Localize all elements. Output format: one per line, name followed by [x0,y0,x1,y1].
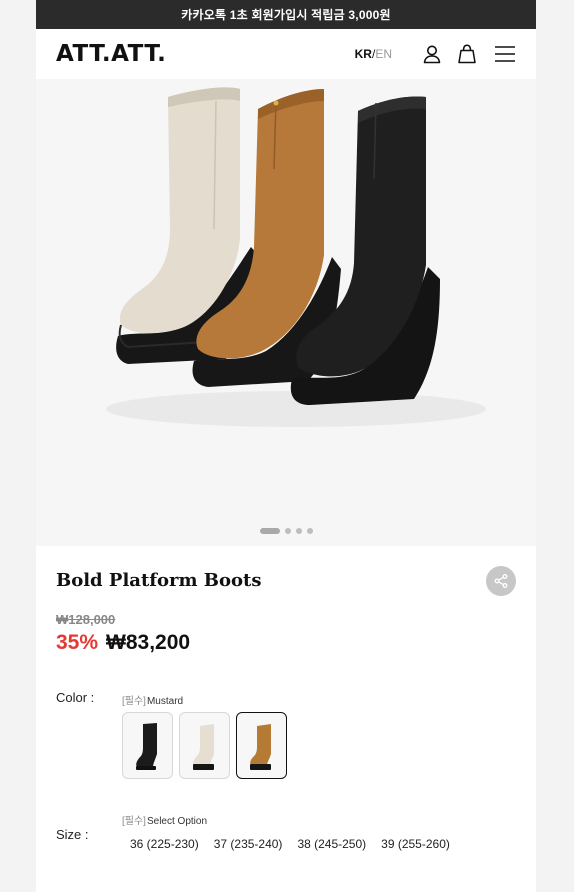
lang-kr-link[interactable]: KR [355,47,372,61]
share-button[interactable] [486,566,516,596]
header-actions: KR/EN [355,43,516,65]
promo-text: 카카오톡 1초 회원가입시 적립금 3,000원 [181,8,391,22]
size-select-header: [필수]Select Option [122,812,207,827]
size-option-37[interactable]: 37 (235-240) [214,837,283,851]
carousel-dot[interactable] [295,528,302,534]
price-row: 35% ₩83,200 [56,631,190,655]
share-icon [494,574,508,588]
swatch-cream[interactable] [179,712,230,779]
carousel-dot[interactable] [284,528,291,534]
original-price: ₩128,000 [56,612,116,627]
product-page: 카카오톡 1초 회원가입시 적립금 3,000원 ATT.ATT. KR/EN [36,0,536,892]
size-options: 36 (225-230) 37 (235-240) 38 (245-250) 3… [130,837,450,851]
user-icon[interactable] [421,43,443,65]
lang-en-link[interactable]: EN [375,47,392,61]
title-row: Bold Platform Boots [56,546,516,616]
required-tag: [필수] [122,816,146,827]
carousel-dot[interactable] [259,528,280,534]
color-swatches [122,712,287,779]
black-boot-thumb [135,722,157,770]
size-option-39[interactable]: 39 (255-260) [381,837,450,851]
carousel-dot[interactable] [306,528,313,534]
swatch-mustard[interactable] [236,712,287,779]
sale-price: ₩83,200 [106,631,191,654]
product-image-carousel[interactable] [36,79,536,546]
menu-icon[interactable] [494,43,516,65]
product-title: Bold Platform Boots [56,570,262,591]
discount-rate: 35% [56,631,99,654]
swatch-black[interactable] [122,712,173,779]
required-tag: [필수] [122,696,146,707]
color-selected: [필수]Mustard [122,692,183,707]
site-header: ATT.ATT. KR/EN [36,29,536,79]
brand-logo[interactable]: ATT.ATT. [56,41,166,67]
color-selected-value: Mustard [146,696,184,707]
shopping-bag-icon[interactable] [456,43,478,65]
mustard-boot-thumb [249,723,271,770]
product-photo [106,87,486,427]
language-switch: KR/EN [355,47,392,61]
color-label: Color : [56,690,95,705]
size-option-36[interactable]: 36 (225-230) [130,837,199,851]
promo-banner[interactable]: 카카오톡 1초 회원가입시 적립금 3,000원 [36,0,536,29]
size-option-38[interactable]: 38 (245-250) [297,837,366,851]
carousel-indicators [36,528,536,534]
cream-boot-thumb [192,723,214,770]
size-label: Size : [56,827,89,842]
product-info: Bold Platform Boots [36,546,536,616]
size-placeholder: Select Option [146,816,208,827]
